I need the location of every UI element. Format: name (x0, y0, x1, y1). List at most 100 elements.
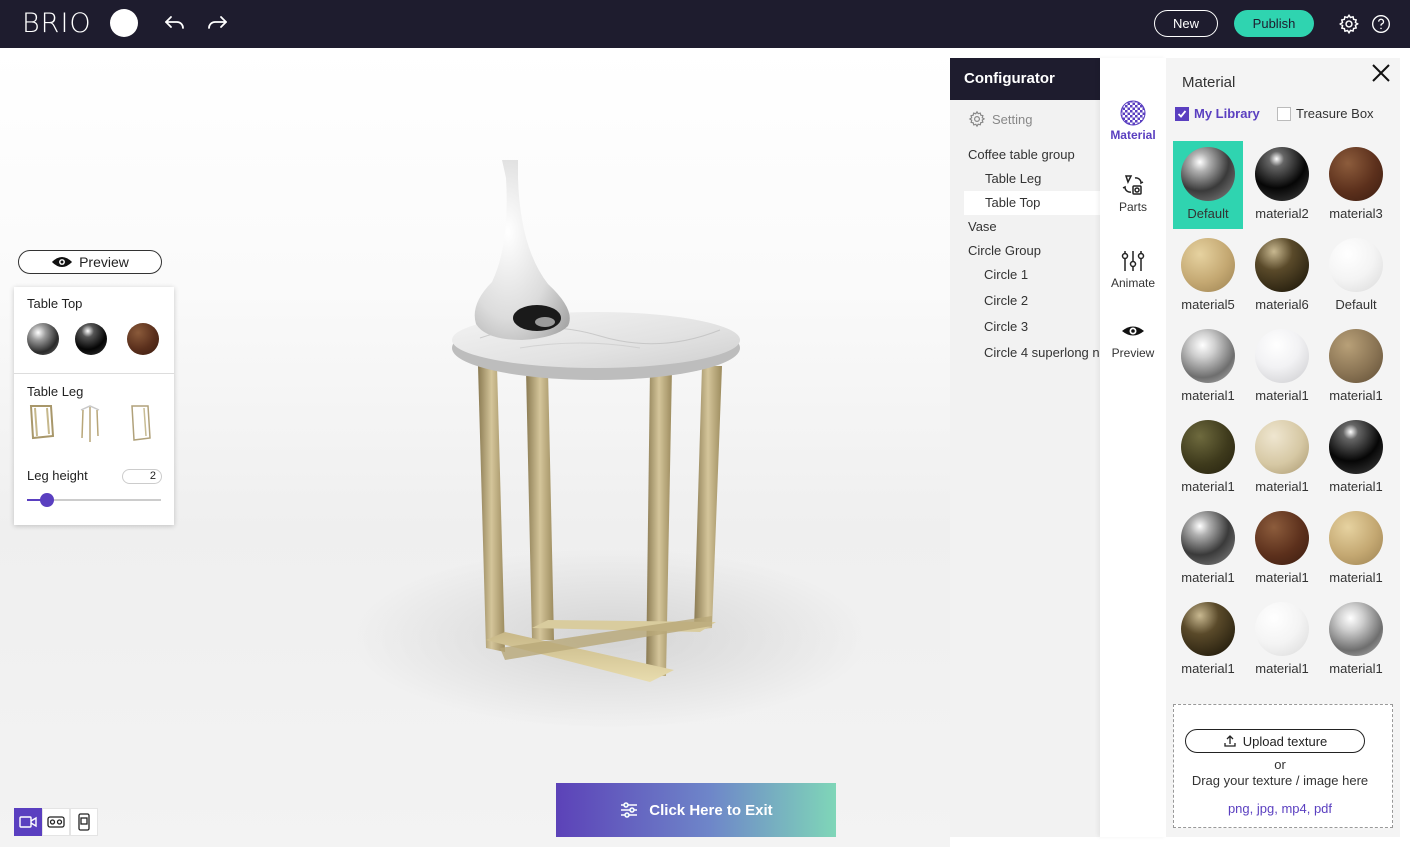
material-name: material1 (1181, 570, 1235, 585)
leg-style-3-icon[interactable] (126, 402, 156, 442)
material-swatch (1255, 238, 1309, 292)
material-item[interactable]: material1 (1247, 596, 1317, 684)
material-swatch (1329, 602, 1383, 656)
swatch-chrome[interactable] (27, 323, 59, 355)
tree-item-coffee-table-group[interactable]: Coffee table group (950, 143, 1100, 167)
material-item[interactable]: material2 (1247, 141, 1317, 229)
close-icon[interactable] (1370, 62, 1392, 84)
material-name: material1 (1255, 570, 1309, 585)
swatch-rust[interactable] (127, 323, 159, 355)
redo-icon[interactable] (204, 11, 230, 37)
material-item[interactable]: material1 (1247, 414, 1317, 502)
material-item[interactable]: material6 (1247, 232, 1317, 320)
slider-knob[interactable] (40, 493, 55, 507)
material-swatch (1329, 238, 1383, 292)
upload-types-label: png, jpg, mp4, pdf (1227, 801, 1333, 816)
tab-parts[interactable]: Parts (1100, 172, 1166, 214)
tree-item-circle-group[interactable]: Circle Group (950, 239, 1100, 263)
checkbox-empty-icon (1277, 106, 1291, 121)
material-swatch (1181, 511, 1235, 565)
material-swatch (1329, 329, 1383, 383)
phone-icon (78, 813, 90, 831)
material-item[interactable]: material3 (1321, 141, 1391, 229)
setting-button[interactable]: Setting (968, 110, 1032, 128)
eye-icon (52, 256, 73, 268)
tree-item-circle-1[interactable]: Circle 1 (950, 263, 1100, 287)
material-item[interactable]: material1 (1247, 505, 1317, 593)
material-item[interactable]: material1 (1173, 596, 1243, 684)
preview-toggle-button[interactable]: Preview (18, 250, 162, 274)
preview-label: Preview (79, 254, 129, 270)
configurator-title: Configurator (950, 58, 1100, 100)
material-icon (1120, 100, 1146, 126)
material-name: material1 (1181, 661, 1235, 676)
tab-preview[interactable]: Preview (1100, 318, 1166, 360)
material-swatch (1181, 329, 1235, 383)
exit-label: Click Here to Exit (649, 801, 773, 819)
tree-item-circle-4[interactable]: Circle 4 superlong n (950, 341, 1100, 365)
publish-button[interactable]: Publish (1234, 10, 1314, 37)
material-item[interactable]: material1 (1321, 505, 1391, 593)
ar-view-button[interactable] (70, 808, 98, 836)
material-item[interactable]: material1 (1247, 323, 1317, 411)
material-name: material1 (1329, 570, 1383, 585)
material-name: Default (1335, 297, 1377, 312)
material-item[interactable]: material1 (1173, 414, 1243, 502)
help-icon[interactable] (1368, 11, 1394, 37)
treasure-box-checkbox[interactable]: Treasure Box (1277, 106, 1374, 121)
gear-icon (968, 110, 986, 128)
animate-icon (1121, 251, 1145, 271)
exit-button[interactable]: Click Here to Exit (556, 783, 836, 837)
tab-material-label: Material (1110, 128, 1156, 142)
tab-material[interactable]: Material (1100, 100, 1166, 142)
tab-parts-label: Parts (1118, 200, 1147, 214)
tree-item-table-top[interactable]: Table Top (964, 191, 1100, 215)
my-library-label: My Library (1194, 106, 1260, 121)
material-panel-title: Material (1182, 74, 1236, 91)
material-item[interactable]: material1 (1173, 323, 1243, 411)
treasure-box-label: Treasure Box (1296, 106, 1374, 121)
material-item[interactable]: material1 (1173, 505, 1243, 593)
upload-or-label: or (1274, 757, 1286, 772)
material-item[interactable]: material1 (1321, 596, 1391, 684)
upload-drag-label: Drag your texture / image here (1191, 773, 1369, 788)
camera-view-button[interactable] (14, 808, 42, 836)
tab-animate[interactable]: Animate (1100, 248, 1166, 290)
material-item[interactable]: Default (1321, 232, 1391, 320)
leg-height-slider[interactable] (27, 493, 161, 507)
tree-item-vase[interactable]: Vase (950, 215, 1100, 239)
material-swatch (1329, 147, 1383, 201)
swatch-black-gloss[interactable] (75, 323, 107, 355)
leg-style-1-icon[interactable] (27, 402, 57, 442)
material-swatch (1255, 147, 1309, 201)
material-item[interactable]: material1 (1321, 414, 1391, 502)
leg-style-2-icon[interactable] (75, 402, 105, 442)
material-item[interactable]: material1 (1321, 323, 1391, 411)
video-camera-icon (19, 816, 37, 828)
settings-gear-icon[interactable] (1336, 11, 1362, 37)
undo-icon[interactable] (162, 11, 188, 37)
3d-viewport[interactable]: Preview Table Top Table Leg Leg height 2… (0, 48, 950, 847)
vr-headset-icon (47, 816, 65, 828)
material-name: material1 (1255, 479, 1309, 494)
tree-item-circle-2[interactable]: Circle 2 (950, 289, 1100, 313)
upload-texture-button[interactable]: Upload texture (1185, 729, 1365, 753)
vr-view-button[interactable] (42, 808, 70, 836)
material-panel: Material My Library Treasure Box Default… (1166, 58, 1400, 837)
upload-dropzone[interactable]: Upload texture or Drag your texture / im… (1173, 704, 1393, 828)
theme-dot-button[interactable] (110, 9, 138, 37)
material-swatch (1181, 602, 1235, 656)
leg-height-input[interactable]: 2 (122, 469, 162, 484)
tree-item-table-leg[interactable]: Table Leg (950, 167, 1100, 191)
material-item[interactable]: material5 (1173, 232, 1243, 320)
material-name: material1 (1329, 661, 1383, 676)
material-swatch (1181, 420, 1235, 474)
my-library-checkbox[interactable]: My Library (1175, 106, 1260, 121)
material-item[interactable]: Default (1173, 141, 1243, 229)
leg-height-label: Leg height (27, 468, 88, 483)
tab-preview-label: Preview (1111, 346, 1155, 360)
new-button[interactable]: New (1154, 10, 1218, 37)
configurator-panel: Configurator Setting Coffee table group … (950, 58, 1100, 837)
tree-item-circle-3[interactable]: Circle 3 (950, 315, 1100, 339)
material-name: material1 (1329, 479, 1383, 494)
